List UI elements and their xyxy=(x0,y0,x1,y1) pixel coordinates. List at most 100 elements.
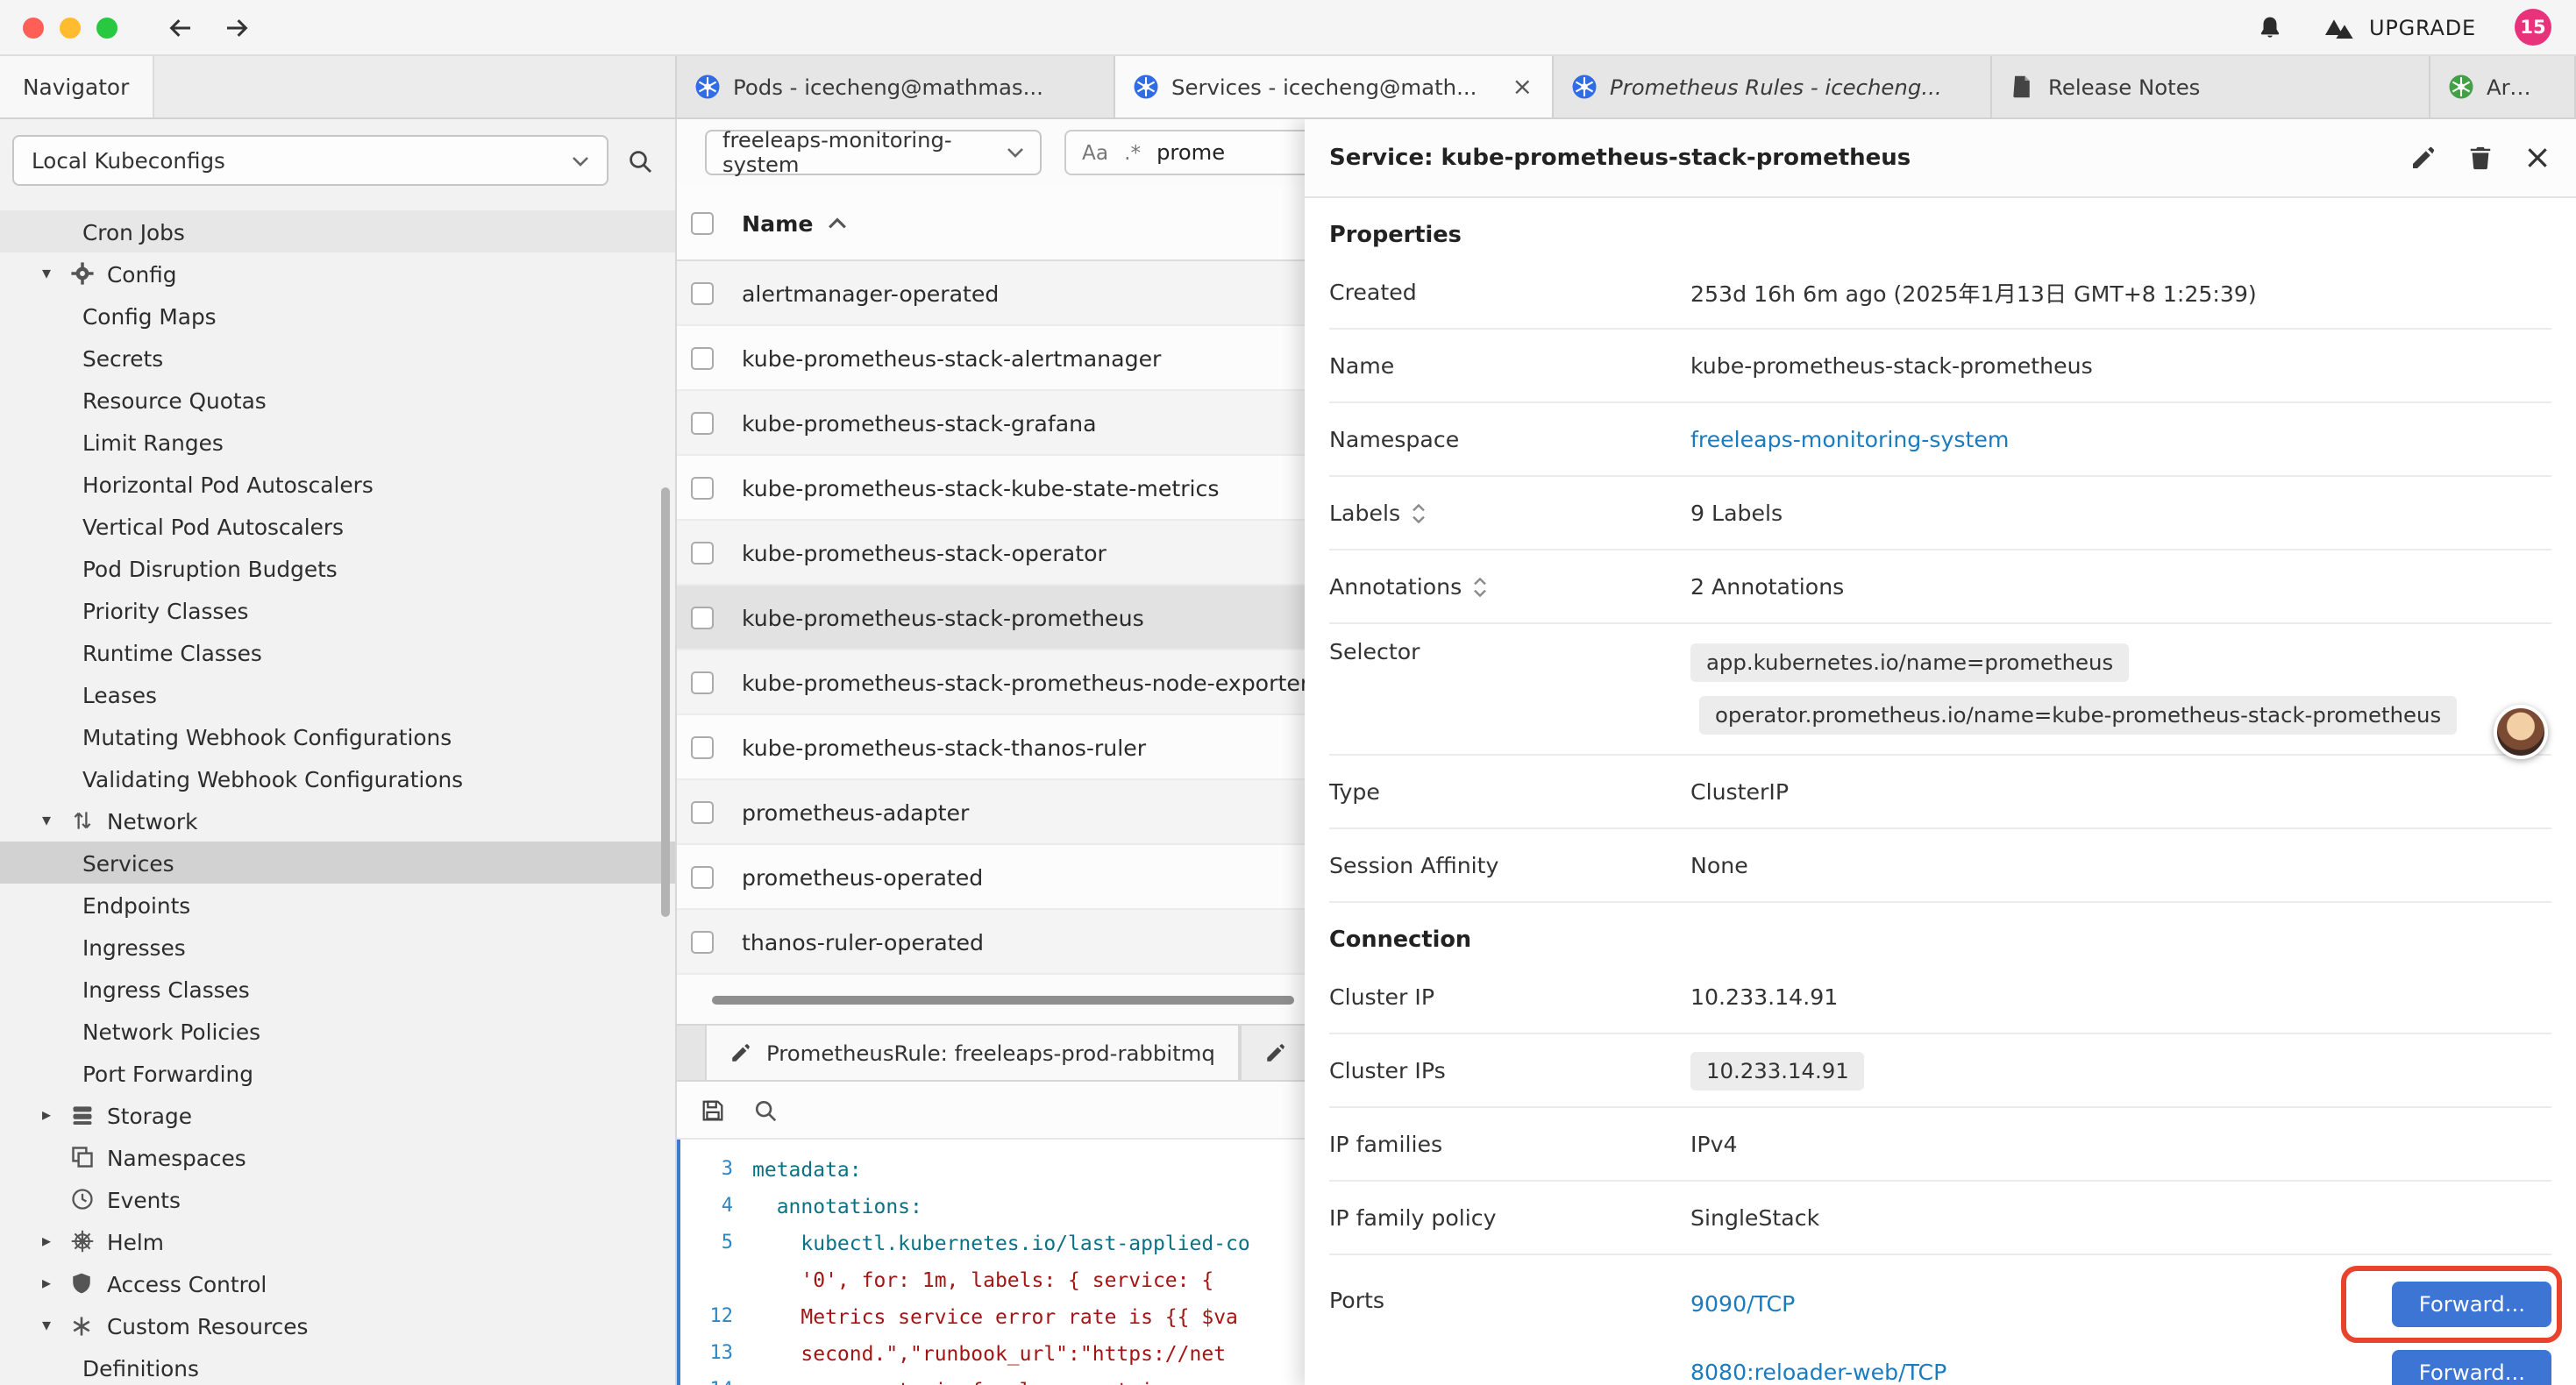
sidebar-item[interactable]: Custom Resources xyxy=(0,1304,675,1346)
labels-count[interactable]: 9 Labels xyxy=(1690,500,2551,526)
sidebar-item-label: Services xyxy=(82,849,174,876)
sidebar-item[interactable]: Endpoints xyxy=(0,884,675,926)
name-column-header[interactable]: Name xyxy=(742,210,813,236)
cluster-tab[interactable]: Pods - icecheng@mathmas... xyxy=(677,56,1115,117)
row-checkbox[interactable] xyxy=(691,606,714,629)
avatar[interactable] xyxy=(2494,705,2548,759)
expand-collapse-icon[interactable] xyxy=(1472,576,1486,597)
select-all-checkbox[interactable] xyxy=(691,211,714,234)
labels-label: Labels xyxy=(1329,500,1400,526)
sidebar-item[interactable]: Priority Classes xyxy=(0,589,675,631)
sidebar-item-label: Network xyxy=(107,807,198,834)
sidebar-item[interactable]: Validating Webhook Configurations xyxy=(0,757,675,799)
sidebar-item[interactable]: Runtime Classes xyxy=(0,631,675,673)
line-number: 12 xyxy=(680,1304,752,1327)
annotation-highlight: Forward... xyxy=(2393,1349,2551,1385)
match-case-toggle[interactable]: Aa xyxy=(1082,140,1108,165)
upgrade-button[interactable]: UPGRADE xyxy=(2322,15,2476,39)
row-checkbox[interactable] xyxy=(691,541,714,564)
sidebar-item[interactable]: Definitions xyxy=(0,1346,675,1385)
session-affinity-row: Session Affinity None xyxy=(1329,829,2551,903)
navigator-panel-tab[interactable]: Navigator xyxy=(0,56,154,117)
sidebar-item[interactable]: Port Forwarding xyxy=(0,1052,675,1094)
service-name: prometheus-adapter xyxy=(742,799,969,825)
sidebar-item[interactable]: Services xyxy=(0,842,675,884)
cluster-tab[interactable]: Prometheus Rules - icecheng... xyxy=(1554,56,1992,117)
close-drawer-icon[interactable]: × xyxy=(2523,141,2551,174)
back-icon[interactable] xyxy=(167,13,195,41)
sidebar-item[interactable]: Storage xyxy=(0,1094,675,1136)
row-checkbox[interactable] xyxy=(691,865,714,888)
cluster-tab[interactable]: Argo Se xyxy=(2430,56,2576,117)
close-window-button[interactable] xyxy=(23,17,44,38)
sidebar-item[interactable]: Limit Ranges xyxy=(0,421,675,463)
sidebar-item[interactable]: Access Control xyxy=(0,1262,675,1304)
row-checkbox[interactable] xyxy=(691,281,714,304)
zoom-window-button[interactable] xyxy=(96,17,117,38)
kubernetes-icon xyxy=(694,74,721,100)
row-checkbox[interactable] xyxy=(691,930,714,953)
delete-service-icon[interactable] xyxy=(2467,144,2494,172)
edit-icon xyxy=(729,1041,752,1064)
editor-search-icon[interactable] xyxy=(752,1097,779,1123)
minimize-window-button[interactable] xyxy=(60,17,81,38)
cluster-tab[interactable]: Services - icecheng@math... × xyxy=(1115,56,1554,117)
sidebar-item[interactable]: Namespaces xyxy=(0,1136,675,1178)
row-checkbox[interactable] xyxy=(691,346,714,369)
chevron-icon xyxy=(42,1316,68,1335)
row-checkbox[interactable] xyxy=(691,735,714,758)
port-link[interactable]: 9090/TCP xyxy=(1690,1290,1795,1317)
sidebar-item[interactable]: Leases xyxy=(0,673,675,715)
forward-icon[interactable] xyxy=(223,13,251,41)
selector-badge: operator.prometheus.io/name=kube-prometh… xyxy=(1699,696,2457,735)
cluster-ips-label: Cluster IPs xyxy=(1329,1057,1690,1083)
notifications-bell-icon[interactable] xyxy=(2257,13,2283,41)
dock-tab-prometheusrule[interactable]: PrometheusRule: freeleaps-prod-rabbitmq xyxy=(705,1026,1240,1080)
forward-button[interactable]: Forward... xyxy=(2393,1349,2551,1385)
cluster-tab[interactable]: Release Notes xyxy=(1992,56,2430,117)
sidebar-item[interactable]: Network xyxy=(0,799,675,842)
row-checkbox[interactable] xyxy=(691,800,714,823)
kubeconfig-select[interactable]: Local Kubeconfigs xyxy=(12,135,608,186)
row-checkbox[interactable] xyxy=(691,411,714,434)
row-checkbox[interactable] xyxy=(691,476,714,499)
code-text: metadata: xyxy=(752,1156,862,1181)
forward-button[interactable]: Forward... xyxy=(2393,1281,2551,1326)
close-tab-icon[interactable]: × xyxy=(1511,75,1534,99)
regex-toggle[interactable]: .* xyxy=(1124,140,1141,165)
cluster-ip-value: 10.233.14.91 xyxy=(1690,984,2551,1010)
upgrade-label: UPGRADE xyxy=(2369,15,2476,39)
selector-row: Selector app.kubernetes.io/name=promethe… xyxy=(1329,624,2551,756)
sidebar-item[interactable]: Network Policies xyxy=(0,1010,675,1052)
annotations-count[interactable]: 2 Annotations xyxy=(1690,573,2551,600)
sidebar-item[interactable]: Config xyxy=(0,252,675,295)
namespace-link[interactable]: freeleaps-monitoring-system xyxy=(1690,426,2009,452)
ports-label: Ports xyxy=(1329,1287,1690,1313)
sidebar-item[interactable]: Secrets xyxy=(0,337,675,379)
edit-service-icon[interactable] xyxy=(2409,144,2437,172)
sidebar-item[interactable]: Mutating Webhook Configurations xyxy=(0,715,675,757)
sidebar-item-label: Cron Jobs xyxy=(82,218,185,245)
sidebar-scrollbar[interactable] xyxy=(661,487,670,917)
sidebar-item[interactable]: Pod Disruption Budgets xyxy=(0,547,675,589)
sidebar-item[interactable]: Helm xyxy=(0,1220,675,1262)
sidebar-item[interactable]: Resource Quotas xyxy=(0,379,675,421)
release-notes-icon xyxy=(2010,74,2036,100)
row-checkbox[interactable] xyxy=(691,671,714,693)
expand-collapse-icon[interactable] xyxy=(1411,502,1425,523)
sidebar-item[interactable]: Horizontal Pod Autoscalers xyxy=(0,463,675,505)
sidebar-item[interactable]: Events xyxy=(0,1178,675,1220)
code-text: '0', for: 1m, labels: { service: { xyxy=(752,1267,1213,1291)
sidebar-item[interactable]: Vertical Pod Autoscalers xyxy=(0,505,675,547)
sidebar-item[interactable]: Config Maps xyxy=(0,295,675,337)
sort-asc-icon[interactable] xyxy=(827,217,846,229)
save-icon[interactable] xyxy=(700,1097,726,1123)
notification-count-badge[interactable]: 15 xyxy=(2515,9,2551,46)
namespace-select[interactable]: freeleaps-monitoring-system xyxy=(705,130,1042,175)
sidebar-item[interactable]: Ingresses xyxy=(0,926,675,968)
horizontal-scrollbar[interactable] xyxy=(712,995,1294,1004)
sidebar-search-icon[interactable] xyxy=(623,143,658,178)
port-link[interactable]: 8080:reloader-web/TCP xyxy=(1690,1359,1946,1385)
sidebar-item[interactable]: Ingress Classes xyxy=(0,968,675,1010)
sidebar-item[interactable]: Cron Jobs xyxy=(0,210,675,252)
